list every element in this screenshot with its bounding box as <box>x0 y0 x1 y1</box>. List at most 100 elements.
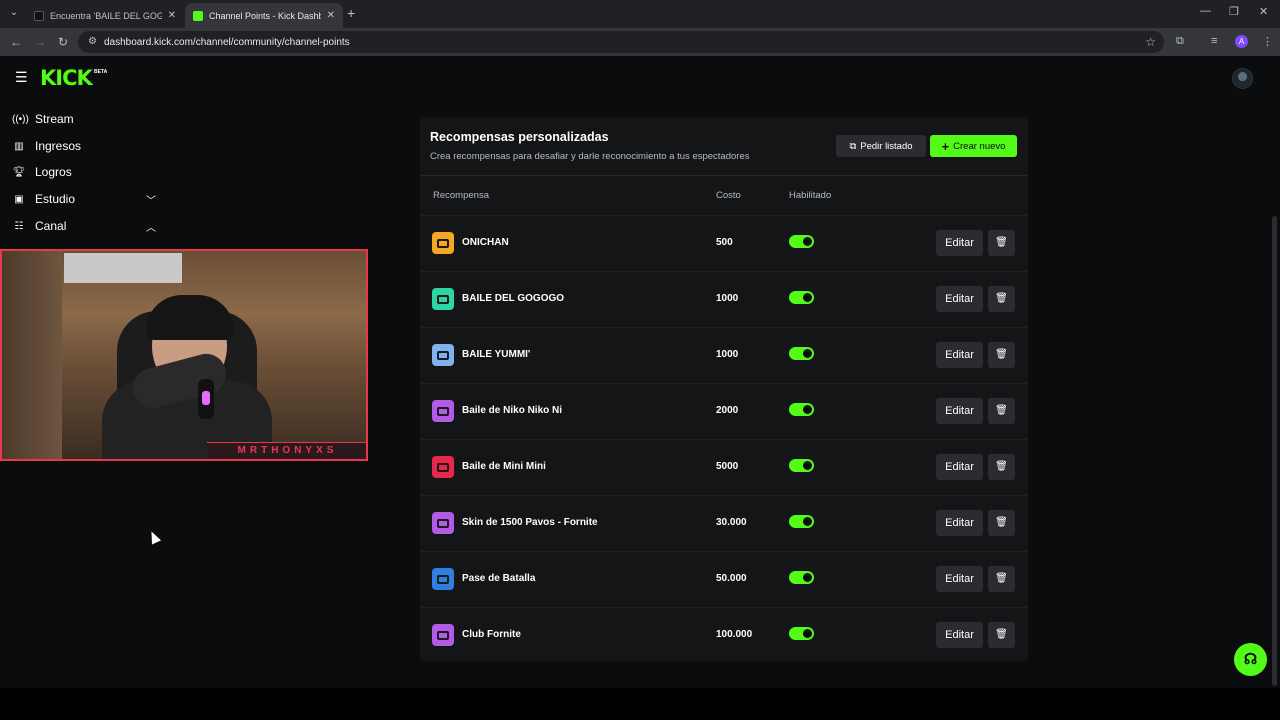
reward-row: ONICHAN 500 Editar 🗑︎ <box>420 215 1028 271</box>
reward-row: BAILE YUMMI' 1000 Editar 🗑︎ <box>420 327 1028 383</box>
webcam-background <box>2 251 62 459</box>
reward-enabled-toggle[interactable] <box>789 459 814 472</box>
edit-reward-button[interactable]: Editar <box>936 342 983 368</box>
sidebar-item-stream[interactable]: ((•)) Stream <box>12 109 162 129</box>
media-control-icon[interactable]: ≡ <box>1211 35 1217 47</box>
tab-title: Encuentra 'BAILE DEL GOGOGO' <box>50 10 162 21</box>
minimize-icon[interactable]: — <box>1200 5 1211 17</box>
create-new-label: Crear nuevo <box>953 140 1006 152</box>
rewards-panel: Recompensas personalizadas Crea recompen… <box>420 117 1028 661</box>
browser-profile-avatar[interactable]: A <box>1235 35 1248 48</box>
delete-reward-icon[interactable]: 🗑︎ <box>988 622 1015 648</box>
bottom-bar <box>0 688 1280 720</box>
kick-favicon-icon <box>193 10 203 21</box>
browser-tab-tiktok[interactable]: Encuentra 'BAILE DEL GOGOGO' ✕ <box>26 3 184 28</box>
browser-menu-icon[interactable]: ⋮ <box>1262 35 1273 48</box>
reload-icon[interactable]: ↻ <box>58 35 68 49</box>
url-field[interactable]: ⚙ dashboard.kick.com/channel/community/c… <box>78 31 1164 53</box>
extensions-icon[interactable]: ⧉ <box>1176 35 1184 48</box>
streamer-nameplate: MRTHONYXS <box>207 442 366 459</box>
chevron-down-icon[interactable]: ﹀ <box>146 192 156 207</box>
reward-cost: 2000 <box>716 405 739 416</box>
close-tab-icon[interactable]: ✕ <box>168 10 176 21</box>
browser-tab-kick[interactable]: Channel Points - Kick Dashboard ✕ <box>185 3 343 28</box>
delete-reward-icon[interactable]: 🗑︎ <box>988 342 1015 368</box>
delete-reward-icon[interactable]: 🗑︎ <box>988 286 1015 312</box>
reward-name: Baile de Mini Mini <box>462 461 546 472</box>
panel-title: Recompensas personalizadas <box>430 130 609 144</box>
header-divider <box>420 175 1028 176</box>
reward-chest-icon <box>432 456 454 478</box>
browser-tab-bar: ⌄ Encuentra 'BAILE DEL GOGOGO' ✕ Channel… <box>0 0 1280 28</box>
reward-row: Baile de Niko Niko Ni 2000 Editar 🗑︎ <box>420 383 1028 439</box>
delete-reward-icon[interactable]: 🗑︎ <box>988 230 1015 256</box>
sidebar-item-label: Logros <box>35 165 72 179</box>
kick-logo[interactable]: KICK <box>40 66 93 90</box>
reward-cost: 5000 <box>716 461 739 472</box>
reward-enabled-toggle[interactable] <box>789 571 814 584</box>
new-tab-button[interactable]: + <box>347 5 355 21</box>
delete-reward-icon[interactable]: 🗑︎ <box>988 566 1015 592</box>
reward-enabled-toggle[interactable] <box>789 235 814 248</box>
reward-name: Skin de 1500 Pavos - Fornite <box>462 517 598 528</box>
reward-enabled-toggle[interactable] <box>789 291 814 304</box>
streamer-figure <box>102 295 272 459</box>
tab-search-icon[interactable]: ⌄ <box>6 5 22 21</box>
reward-cost: 30.000 <box>716 517 747 528</box>
reward-cost: 100.000 <box>716 629 753 640</box>
reward-enabled-toggle[interactable] <box>789 347 814 360</box>
sidebar-item-label: Estudio <box>35 192 76 206</box>
edit-reward-button[interactable]: Editar <box>936 566 983 592</box>
dashboard-page: ☰ KICK BETA ((•)) Stream ▥ Ingresos 🏆︎ L… <box>0 56 1280 688</box>
reward-chest-icon <box>432 288 454 310</box>
reward-cost: 1000 <box>716 349 739 360</box>
chevron-up-icon[interactable]: ︿ <box>146 219 156 234</box>
reward-row: Pase de Batalla 50.000 Editar 🗑︎ <box>420 551 1028 607</box>
request-list-button[interactable]: ⧉ Pedir listado <box>836 135 926 157</box>
reward-row: Club Fornite 100.000 Editar 🗑︎ <box>420 607 1028 663</box>
studio-icon: ▣ <box>14 193 24 205</box>
broadcast-icon: ((•)) <box>12 113 29 125</box>
edit-reward-button[interactable]: Editar <box>936 622 983 648</box>
user-avatar[interactable] <box>1232 68 1253 89</box>
delete-reward-icon[interactable]: 🗑︎ <box>988 398 1015 424</box>
plus-icon: + <box>941 138 950 154</box>
reward-enabled-toggle[interactable] <box>789 515 814 528</box>
sidebar-item-label: Stream <box>35 112 74 126</box>
delete-reward-icon[interactable]: 🗑︎ <box>988 454 1015 480</box>
edit-reward-button[interactable]: Editar <box>936 510 983 536</box>
mouse-cursor-icon <box>146 529 162 545</box>
forward-icon[interactable]: → <box>34 35 46 49</box>
back-icon[interactable]: ← <box>10 35 22 49</box>
reward-chest-icon <box>432 568 454 590</box>
bookmark-star-icon[interactable]: ☆ <box>1145 35 1156 49</box>
sidebar-item-label: Ingresos <box>35 139 82 153</box>
reward-chest-icon <box>432 512 454 534</box>
close-window-icon[interactable]: ✕ <box>1259 5 1268 18</box>
trophy-icon: 🏆︎ <box>12 166 26 178</box>
site-info-icon[interactable]: ⚙ <box>88 36 97 47</box>
create-new-button[interactable]: + Crear nuevo <box>930 135 1017 157</box>
edit-reward-button[interactable]: Editar <box>936 230 983 256</box>
restore-icon[interactable]: ❐ <box>1229 5 1239 18</box>
close-tab-icon[interactable]: ✕ <box>327 10 335 21</box>
reward-name: BAILE YUMMI' <box>462 349 531 360</box>
reward-enabled-toggle[interactable] <box>789 403 814 416</box>
reward-row: Baile de Mini Mini 5000 Editar 🗑︎ <box>420 439 1028 495</box>
sidebar-item-logros[interactable]: 🏆︎ Logros <box>12 162 162 182</box>
edit-reward-button[interactable]: Editar <box>936 454 983 480</box>
request-list-label: Pedir listado <box>860 140 913 152</box>
page-scrollbar[interactable] <box>1272 216 1277 686</box>
menu-icon[interactable]: ☰ <box>15 69 28 86</box>
edit-reward-button[interactable]: Editar <box>936 398 983 424</box>
sidebar-item-estudio[interactable]: ▣ Estudio ﹀ <box>12 189 162 209</box>
reward-row: BAILE DEL GOGOGO 1000 Editar 🗑︎ <box>420 271 1028 327</box>
edit-reward-button[interactable]: Editar <box>936 286 983 312</box>
reward-enabled-toggle[interactable] <box>789 627 814 640</box>
sidebar-item-canal[interactable]: ☷ Canal ︿ <box>12 216 162 236</box>
sidebar-item-ingresos[interactable]: ▥ Ingresos <box>12 136 162 156</box>
support-chat-button[interactable]: ☊ <box>1234 643 1267 676</box>
delete-reward-icon[interactable]: 🗑︎ <box>988 510 1015 536</box>
webcam-wall-banner <box>64 253 182 283</box>
reward-name: BAILE DEL GOGOGO <box>462 293 565 304</box>
